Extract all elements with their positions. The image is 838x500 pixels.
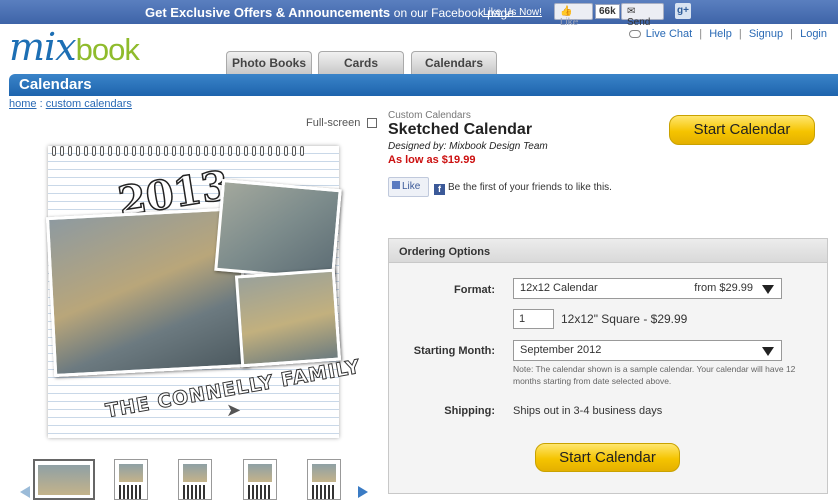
fullscreen-link[interactable]: Full-screen (306, 117, 378, 129)
product-designer: Designed by: Mixbook Design Team (388, 141, 548, 152)
family-photo-top-right (214, 178, 342, 282)
login-link[interactable]: Login (800, 28, 827, 40)
format-price: from $29.99 (694, 282, 753, 294)
calendar-note: Note: The calendar shown is a sample cal… (513, 364, 796, 386)
logo-mix-text: mix (9, 25, 77, 69)
shipping-label: Shipping: (444, 405, 495, 417)
thumbs-up-icon (392, 181, 400, 189)
thumbnail-page[interactable] (178, 459, 212, 500)
spiral-binding (48, 146, 339, 156)
breadcrumb-current-link[interactable]: custom calendars (46, 98, 132, 110)
section-header-bar: Calendars (9, 74, 838, 96)
expand-icon (367, 118, 378, 129)
fullscreen-label: Full-screen (306, 117, 361, 129)
mixbook-logo[interactable]: mixbook (9, 25, 140, 69)
promo-text: Get Exclusive Offers & Announcements on … (145, 5, 514, 20)
logo-book-text: book (75, 32, 140, 67)
starting-month-select[interactable]: September 2012 (513, 340, 782, 361)
family-photo-bottom-right (234, 268, 342, 368)
starting-month-label: Starting Month: (413, 345, 495, 357)
top-links: Live Chat | Help | Signup | Login (628, 28, 827, 40)
dropdown-caret-icon (762, 347, 774, 356)
paper-plane-icon: ➤ (226, 400, 242, 420)
section-title: Calendars (19, 76, 92, 93)
live-chat-link[interactable]: Live Chat (646, 28, 692, 40)
shipping-value: Ships out in 3-4 business days (513, 405, 663, 417)
thumbnail-page[interactable] (243, 459, 277, 500)
product-price: As low as $19.99 (388, 154, 476, 166)
google-plus-icon[interactable]: g+ (675, 3, 691, 19)
tab-photo-books[interactable]: Photo Books (226, 51, 312, 74)
breadcrumb-separator: : (39, 98, 43, 110)
format-label: Format: (454, 284, 495, 296)
like-us-link[interactable]: Like Us Now! (483, 7, 542, 18)
help-link[interactable]: Help (709, 28, 732, 40)
format-value: 12x12 Calendar (520, 282, 598, 294)
dropdown-caret-icon (762, 285, 774, 294)
facebook-icon: f (434, 184, 445, 195)
facebook-promo-bar: Get Exclusive Offers & Announcements on … (0, 0, 838, 28)
promo-bold-text: Get Exclusive Offers & Announcements (145, 5, 391, 20)
facebook-like-button[interactable]: Like (388, 177, 429, 197)
tab-cards[interactable]: Cards (318, 51, 404, 74)
format-select[interactable]: 12x12 Calendar from $29.99 (513, 278, 782, 299)
starting-month-value: September 2012 (520, 344, 602, 356)
thumbnail-page[interactable] (307, 459, 341, 500)
start-calendar-button-top[interactable]: Start Calendar (669, 115, 815, 145)
quantity-description: 12x12" Square - $29.99 (561, 312, 688, 326)
chat-bubble-icon (628, 30, 641, 39)
breadcrumb-home-link[interactable]: home (9, 98, 37, 110)
thumbnail-cover[interactable] (33, 459, 95, 500)
thumbnail-prev-arrow-icon[interactable] (20, 486, 30, 498)
facebook-like-text: f Be the first of your friends to like th… (434, 182, 612, 195)
product-title: Sketched Calendar (388, 121, 533, 138)
tab-calendars[interactable]: Calendars (411, 51, 497, 74)
product-category: Custom Calendars (388, 110, 471, 121)
ordering-options-header: Ordering Options (389, 239, 827, 263)
quantity-input[interactable]: 1 (513, 309, 554, 329)
signup-link[interactable]: Signup (749, 28, 783, 40)
breadcrumb: home : custom calendars (9, 98, 132, 110)
facebook-send-button[interactable]: ✉ Send (621, 3, 664, 28)
ordering-options-title: Ordering Options (399, 246, 491, 258)
thumbnail-next-arrow-icon[interactable] (358, 486, 368, 498)
facebook-like-button-top[interactable]: 👍 Like (554, 3, 593, 28)
thumbnail-page[interactable] (114, 459, 148, 500)
like-count-badge: 66k (595, 4, 620, 19)
start-calendar-button-bottom[interactable]: Start Calendar (535, 443, 680, 472)
